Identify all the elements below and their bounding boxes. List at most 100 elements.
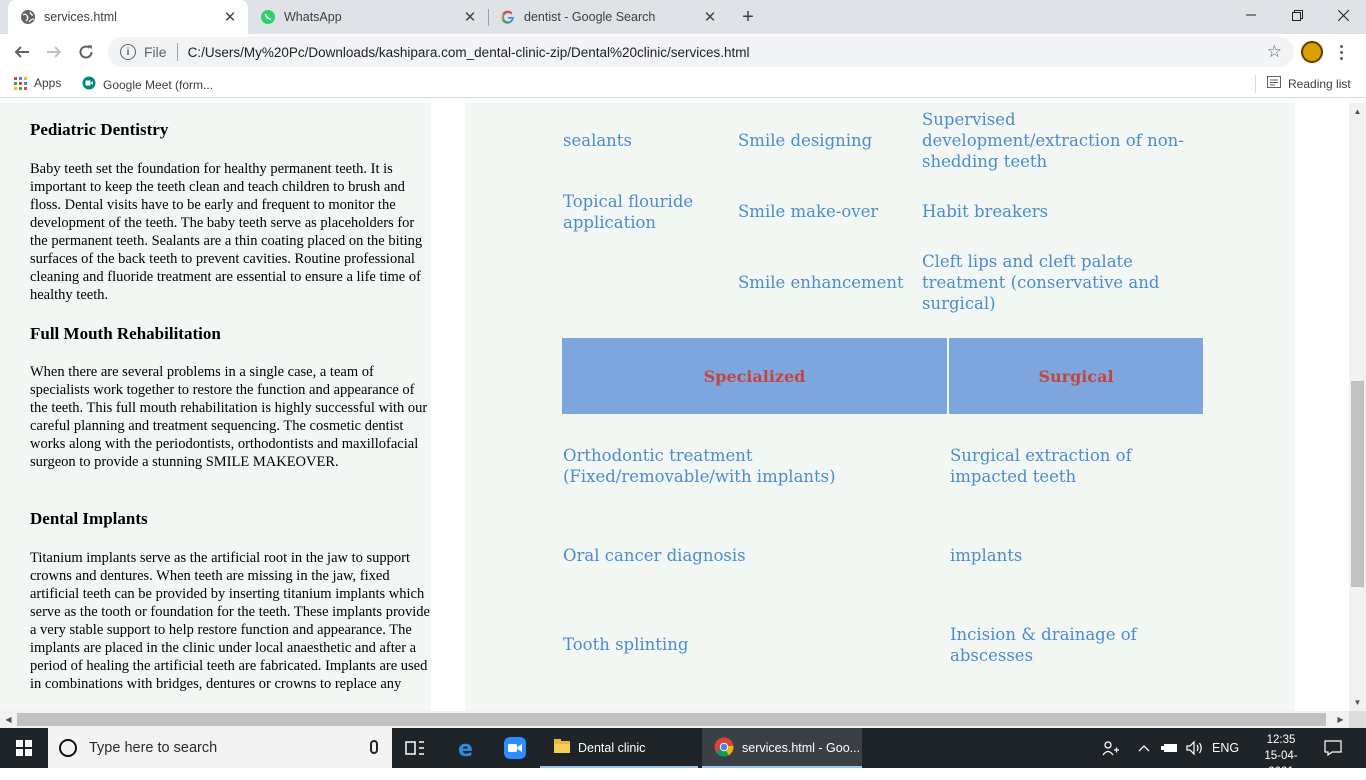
specialized-header: Specialized [562,338,947,414]
bookmark-label: Google Meet (form... [103,77,214,92]
tab-google-search[interactable]: dentist - Google Search ✕ [488,0,728,34]
section-heading: Full Mouth Rehabilitation [30,324,221,343]
close-tab-icon[interactable]: ✕ [700,7,720,27]
divider [176,43,178,61]
taskbar-app-label: Dental clinic [578,741,646,755]
surgical-item: Incision & drainage of abscesses [950,625,1137,665]
taskbar: Type here to search e Dental clinic serv… [0,728,1366,778]
apps-grid-icon [14,76,27,90]
whatsapp-icon [260,9,276,25]
section-heading: Pediatric Dentistry [30,120,169,139]
tab-strip: services.html ✕ WhatsApp ✕ dentist - Goo… [0,0,1366,34]
more-menu-icon[interactable] [1336,40,1346,64]
taskbar-app-chrome[interactable]: services.html - Goo... [702,728,862,768]
clock-date: 15-04-2021 [1264,750,1298,778]
cortana-icon [59,739,77,757]
services-table-panel: sealants Topical flouride application Sm… [465,103,1295,711]
surgical-item: Surgical extraction of impacted teeth [950,446,1132,486]
edge-icon[interactable]: e [456,728,480,768]
chrome-icon [714,737,734,760]
reload-icon[interactable] [72,38,100,66]
service-item: Habit breakers [922,202,1049,221]
zoom-icon[interactable] [504,728,528,768]
language-indicator[interactable]: ENG [1212,728,1239,768]
close-window-icon[interactable] [1320,0,1366,30]
chevron-up-icon[interactable] [1138,728,1150,768]
tab-title: services.html [44,10,117,24]
url-text[interactable]: C:/Users/My%20Pc/Downloads/kashipara.com… [188,45,1267,60]
url-scheme: File [144,44,167,60]
windows-logo-icon [16,740,32,756]
services-description-column: Pediatric Dentistry Baby teeth set the f… [0,103,431,711]
service-item: Cleft lips and cleft palate treatment (c… [922,252,1160,313]
service-item: Smile designing [738,131,873,150]
service-item: Topical flouride application [563,192,694,232]
section-heading: Dental Implants [30,509,148,528]
bookmark-label: Apps [34,76,62,90]
taskbar-app-dental-clinic[interactable]: Dental clinic [540,728,698,768]
taskbar-app-label: services.html - Goo... [742,741,861,755]
close-tab-icon[interactable]: ✕ [460,7,480,27]
close-tab-icon[interactable]: ✕ [220,7,240,27]
reading-list-button[interactable]: Reading list [1267,76,1351,91]
search-placeholder: Type here to search [89,740,218,756]
notification-icon[interactable] [1324,728,1342,768]
scroll-down-arrow-icon[interactable]: ▼ [1349,694,1366,711]
tab-title: WhatsApp [284,10,342,24]
svg-text:e: e [458,737,473,759]
service-item: Smile enhancement [738,273,904,292]
reading-list-label: Reading list [1288,76,1351,91]
service-item: Smile make-over [738,202,879,221]
scrollbar-corner [1349,711,1366,728]
folder-icon [554,738,570,758]
taskbar-search-box[interactable]: Type here to search [48,728,392,768]
page-viewport: Pediatric Dentistry Baby teeth set the f… [0,103,1349,711]
microphone-icon[interactable] [370,740,378,754]
divider [1255,75,1256,93]
new-tab-icon[interactable]: + [738,6,758,28]
horizontal-scrollbar[interactable]: ◀ ▶ [0,711,1349,728]
section-body: Titanium implants serve as the artificia… [30,550,430,692]
tab-services[interactable]: services.html ✕ [8,0,248,34]
minimize-icon[interactable] [1228,0,1274,30]
info-icon[interactable]: i [120,44,136,60]
toolbar: i File C:/Users/My%20Pc/Downloads/kaship… [0,34,1366,70]
scroll-right-arrow-icon[interactable]: ▶ [1332,711,1349,728]
google-meet-icon [82,76,96,93]
specialized-item: Orthodontic treatment (Fixed/removable/w… [563,446,836,486]
restore-icon[interactable] [1274,0,1320,30]
profile-avatar[interactable] [1301,41,1323,63]
reading-list-icon [1267,76,1281,91]
vertical-scroll-thumb[interactable] [1351,381,1364,587]
bookmark-google-meet[interactable]: Google Meet (form... [82,76,213,93]
start-button[interactable] [0,728,48,768]
task-view-icon[interactable] [405,728,429,768]
volume-icon[interactable] [1186,728,1204,768]
google-icon [500,9,516,25]
horizontal-scroll-thumb[interactable] [17,713,1326,726]
forward-arrow-icon[interactable] [40,38,68,66]
tab-whatsapp[interactable]: WhatsApp ✕ [248,0,488,34]
specialized-item: Oral cancer diagnosis [563,546,746,565]
back-arrow-icon[interactable] [8,38,36,66]
address-bar[interactable]: i File C:/Users/My%20Pc/Downloads/kaship… [108,37,1294,67]
surgical-header: Surgical [949,338,1203,414]
section-body: When there are several problems in a sin… [30,364,428,470]
specialized-item: Tooth splinting [563,635,689,654]
surgical-item: implants [950,546,1023,565]
scroll-up-arrow-icon[interactable]: ▲ [1349,103,1366,120]
service-item: sealants [563,131,632,150]
globe-icon [20,9,36,25]
bookmark-apps[interactable]: Apps [14,76,61,90]
bookmark-star-icon[interactable]: ☆ [1267,42,1282,62]
scroll-left-arrow-icon[interactable]: ◀ [0,711,17,728]
bookmarks-bar: Apps Google Meet (form... Reading list [0,70,1366,98]
people-icon[interactable] [1102,728,1120,768]
service-item: Supervised development/extraction of non… [922,110,1184,171]
battery-icon[interactable] [1161,728,1179,768]
section-body: Baby teeth set the foundation for health… [30,161,423,303]
system-clock[interactable]: 12:35 15-04-2021 [1253,732,1309,780]
tab-title: dentist - Google Search [524,10,656,24]
vertical-scrollbar[interactable]: ▲ ▼ [1349,103,1366,711]
clock-time: 12:35 [1266,734,1296,746]
